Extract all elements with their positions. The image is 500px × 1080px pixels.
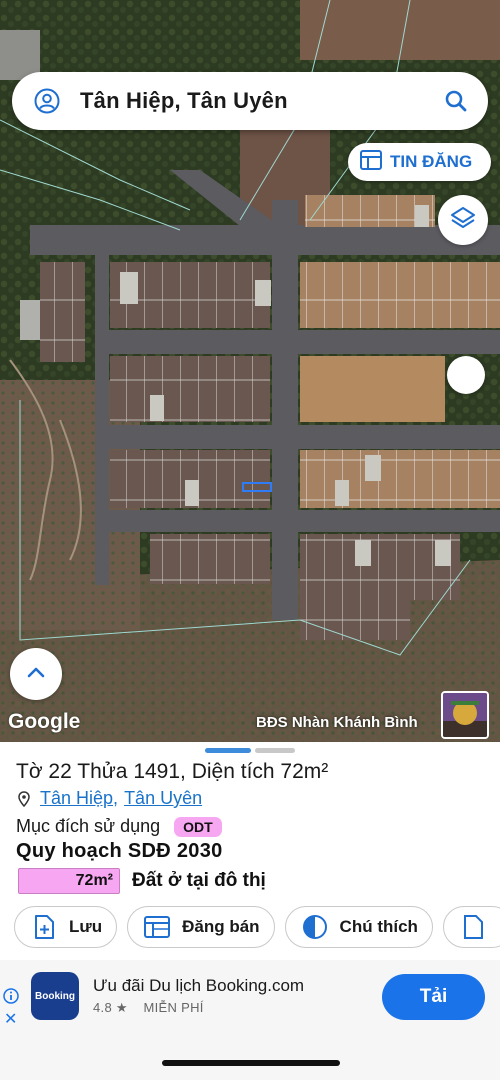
location-pin-icon <box>18 790 32 808</box>
zoning-plan-row: 72m² Đất ở tại đô thị <box>18 868 266 894</box>
home-bar-zone <box>0 1038 500 1080</box>
legend-icon <box>302 914 328 940</box>
map-layers-button[interactable] <box>438 195 488 245</box>
map-view[interactable]: Tân Hiệp, Tân Uyên TIN ĐĂNG Google BĐS N… <box>0 0 500 742</box>
post-for-sale-button[interactable]: Đăng bán <box>127 906 275 948</box>
search-bar[interactable]: Tân Hiệp, Tân Uyên <box>12 72 488 130</box>
zoning-plan-title: Quy hoạch SDĐ 2030 <box>16 840 223 862</box>
booking-app-icon[interactable]: Booking <box>31 972 79 1020</box>
listings-button-label: TIN ĐĂNG <box>390 152 473 171</box>
listing-icon <box>144 914 171 940</box>
home-indicator[interactable] <box>162 1060 340 1066</box>
post-for-sale-label: Đăng bán <box>182 917 260 936</box>
zoning-use-label: Đất ở tại đô thị <box>132 870 266 891</box>
ad-install-button[interactable]: Tải <box>382 974 485 1020</box>
ad-app-name[interactable]: Ưu đãi Du lịch Booking.com <box>93 976 304 996</box>
chevron-up-icon <box>26 665 46 684</box>
street-view-thumbnail[interactable] <box>441 691 489 739</box>
zoning-area-chip: 72m² <box>18 868 120 894</box>
search-query[interactable]: Tân Hiệp, Tân Uyên <box>80 88 442 114</box>
legend-button-label: Chú thích <box>339 917 418 936</box>
ad-meta: 4.8 ★ MIỄN PHÍ <box>93 1000 204 1016</box>
save-button-label: Lưu <box>69 917 103 936</box>
district-link[interactable]: Tân Uyên <box>124 788 202 809</box>
parcel-info-sheet[interactable]: Tờ 22 Thửa 1491, Diện tích 72m² Tân Hiệp… <box>0 742 500 1080</box>
layers-icon <box>450 205 476 236</box>
google-logo: Google <box>8 710 81 733</box>
save-icon <box>31 914 57 940</box>
map-attribution: BĐS Nhàn Khánh Bình <box>256 714 418 731</box>
action-buttons: Lưu Đăng bán Chú thích <box>14 906 500 950</box>
save-button[interactable]: Lưu <box>14 906 118 948</box>
expand-up-button[interactable] <box>10 648 62 700</box>
commune-link[interactable]: Tân Hiệp <box>40 788 113 809</box>
location-separator: , <box>113 788 119 808</box>
search-icon[interactable] <box>442 87 470 115</box>
purpose-code-badge: ODT <box>174 816 222 837</box>
land-purpose-row: Mục đích sử dụng ODT <box>16 816 222 837</box>
more-actions-button[interactable] <box>442 906 500 948</box>
parcel-title: Tờ 22 Thửa 1491, Diện tích 72m² <box>16 760 329 783</box>
add-icon <box>460 914 486 940</box>
parcel-location: Tân Hiệp , Tân Uyên <box>18 788 202 809</box>
sheet-drag-handle[interactable] <box>205 748 295 754</box>
ad-rating: 4.8 ★ <box>93 1000 128 1015</box>
account-icon[interactable] <box>32 86 62 116</box>
purpose-label: Mục đích sử dụng <box>16 816 161 836</box>
map-control-button[interactable] <box>447 356 485 394</box>
legend-button[interactable]: Chú thích <box>284 906 433 948</box>
listings-button[interactable]: TIN ĐĂNG <box>348 143 491 181</box>
ad-close-icon[interactable]: ✕ <box>4 1012 17 1028</box>
ad-info-icon[interactable] <box>3 988 19 1004</box>
ad-price: MIỄN PHÍ <box>143 1000 204 1015</box>
ad-banner[interactable]: ✕ Booking Ưu đãi Du lịch Booking.com 4.8… <box>0 960 500 1038</box>
listing-icon <box>360 149 382 175</box>
